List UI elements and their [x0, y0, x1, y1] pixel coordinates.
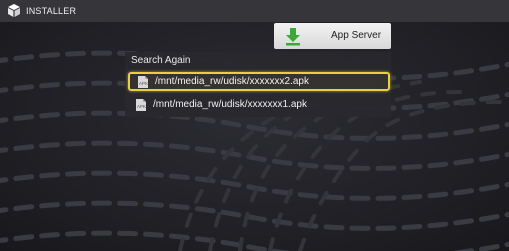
- download-arrow-icon: [286, 28, 300, 46]
- file-list-item[interactable]: APK /mnt/media_rw/udisk/xxxxxxx1.apk: [128, 95, 390, 114]
- app-server-button[interactable]: App Server: [274, 23, 391, 49]
- apk-file-icon: APK: [138, 75, 148, 88]
- file-path-label: /mnt/media_rw/udisk/xxxxxxx1.apk: [153, 99, 307, 110]
- svg-text:APK: APK: [137, 104, 146, 109]
- file-path-label: /mnt/media_rw/udisk/xxxxxxx2.apk: [155, 76, 309, 87]
- apk-file-icon: APK: [136, 98, 146, 111]
- file-list-item-selected[interactable]: APK /mnt/media_rw/udisk/xxxxxxx2.apk: [128, 72, 390, 91]
- search-again-link[interactable]: Search Again: [131, 55, 191, 66]
- installer-screen: INSTALLER App Server Search Again APK /m…: [0, 0, 509, 251]
- title-bar: INSTALLER: [0, 0, 509, 22]
- app-title: INSTALLER: [26, 6, 77, 16]
- installer-icon: [6, 3, 22, 19]
- svg-text:APK: APK: [139, 81, 148, 86]
- app-server-label: App Server: [331, 30, 382, 41]
